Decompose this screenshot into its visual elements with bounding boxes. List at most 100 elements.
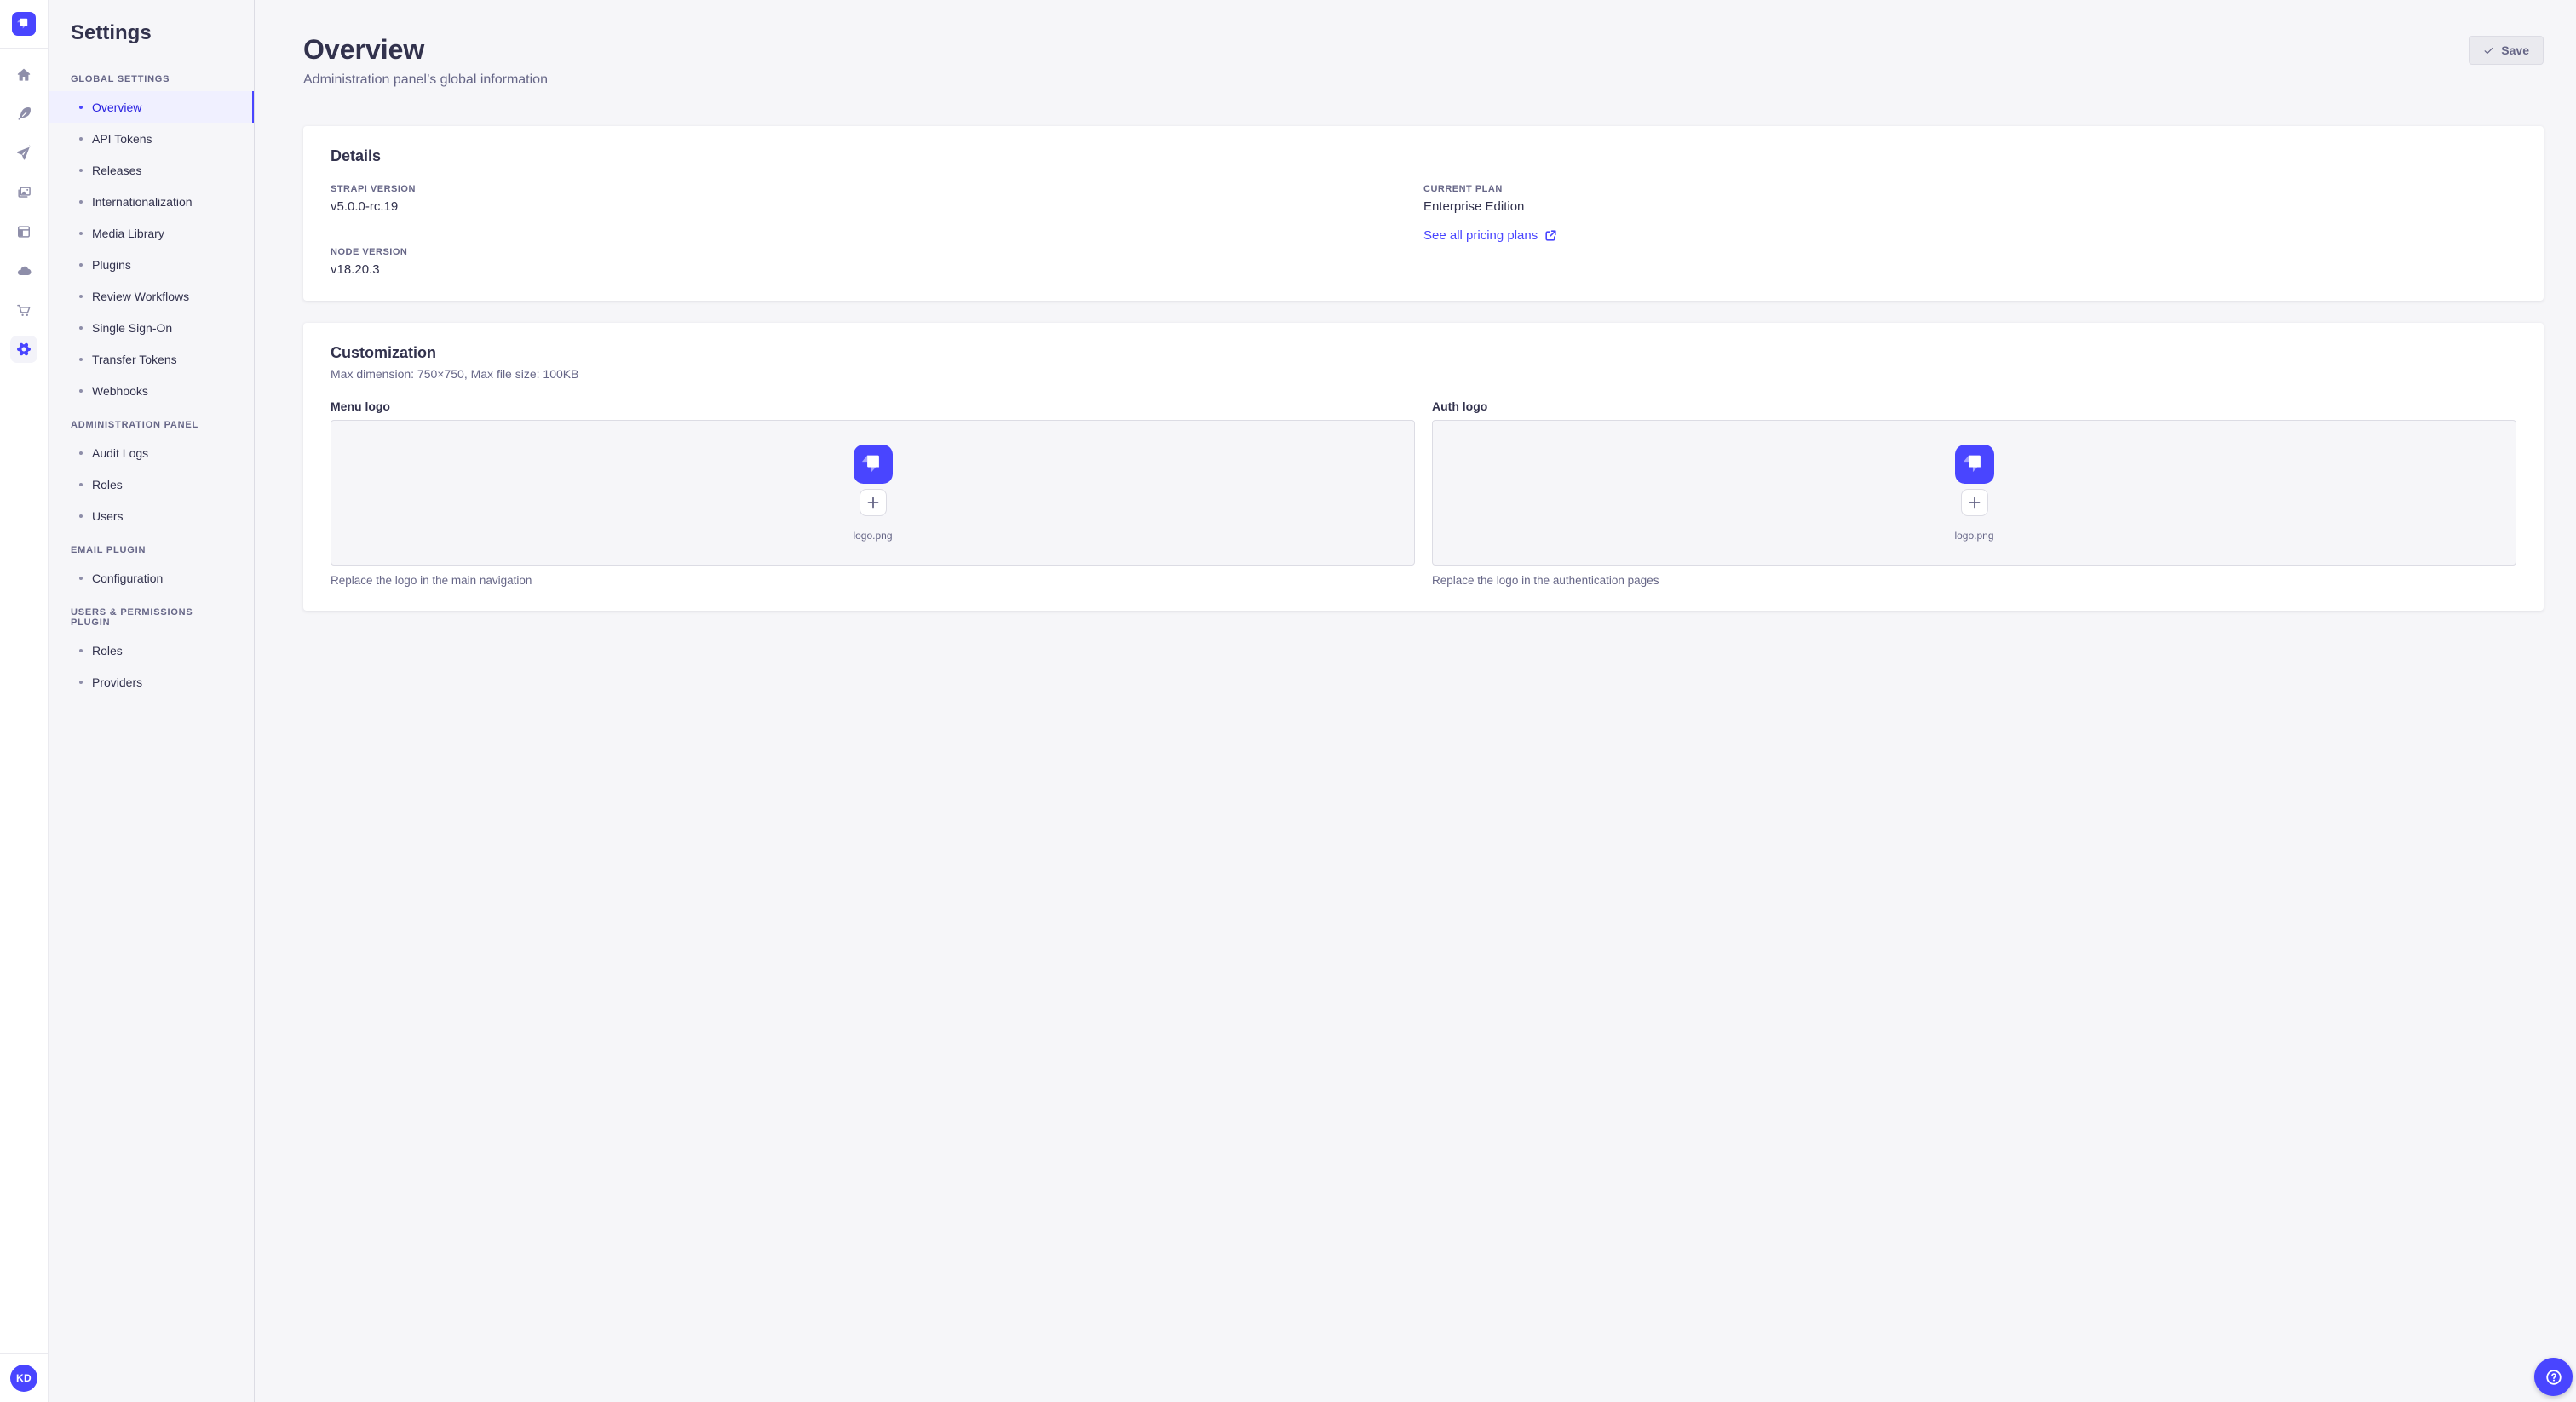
sidebar-item-webhooks[interactable]: Webhooks <box>49 375 254 406</box>
question-mark-icon <box>2545 1369 2562 1385</box>
sidebar-item-internationalization[interactable]: Internationalization <box>49 186 254 217</box>
page-title: Overview <box>303 34 425 65</box>
rail-item-content-type-builder[interactable] <box>10 218 37 245</box>
bullet-icon <box>79 105 83 109</box>
bullet-icon <box>79 231 83 235</box>
bullet-icon <box>79 357 83 361</box>
sidebar-item-email-configuration[interactable]: Configuration <box>49 562 254 594</box>
sidebar-item-review-workflows[interactable]: Review Workflows <box>49 280 254 312</box>
sidebar-item-label: Audit Logs <box>92 445 149 460</box>
sidebar-item-api-tokens[interactable]: API Tokens <box>49 123 254 154</box>
current-plan-value: Enterprise Edition <box>1423 199 1525 214</box>
bullet-icon <box>79 388 83 393</box>
auth-logo-dropzone[interactable]: logo.png <box>1432 420 2516 566</box>
cloud-icon <box>17 266 32 276</box>
avatar[interactable]: KD <box>10 1365 37 1392</box>
layout-icon <box>18 226 30 238</box>
bullet-icon <box>79 294 83 298</box>
rail-item-marketplace[interactable] <box>10 296 37 324</box>
main-content: Overview Administration panel’s global i… <box>255 0 2576 1402</box>
sidebar-item-label: Users <box>92 509 124 523</box>
plus-icon <box>867 497 878 508</box>
rail-nav-items <box>10 61 37 363</box>
sidebar-item-label: Internationalization <box>92 194 193 209</box>
bullet-icon <box>79 262 83 267</box>
sidebar-item-label: Configuration <box>92 571 164 585</box>
rail-item-settings[interactable] <box>10 336 37 363</box>
feather-icon <box>18 107 31 120</box>
menu-logo-label: Menu logo <box>331 399 390 413</box>
bullet-icon <box>79 576 83 580</box>
auth-logo-filename: logo.png <box>1954 529 1994 542</box>
strapi-logo-icon <box>12 12 36 36</box>
sidebar-item-up-providers[interactable]: Providers <box>49 666 254 698</box>
sidebar-item-audit-logs[interactable]: Audit Logs <box>49 437 254 468</box>
menu-logo-dropzone[interactable]: logo.png <box>331 420 1415 566</box>
sidebar-item-transfer-tokens[interactable]: Transfer Tokens <box>49 343 254 375</box>
section-label: EMAIL PLUGIN <box>71 545 147 555</box>
page-header: Overview Administration panel’s global i… <box>303 34 2544 88</box>
sidebar-item-media-library[interactable]: Media Library <box>49 217 254 249</box>
sidebar-title: Settings <box>71 21 152 44</box>
auth-logo-preview <box>1954 444 1994 484</box>
bullet-icon <box>79 325 83 330</box>
menu-logo-preview <box>853 444 893 484</box>
customization-card: Customization Max dimension: 750×750, Ma… <box>303 323 2544 611</box>
rail-item-home[interactable] <box>10 61 37 89</box>
sidebar-item-label: Releases <box>92 163 142 177</box>
sidebar-item-label: Roles <box>92 477 123 491</box>
pricing-plans-link[interactable]: See all pricing plans <box>1423 228 1556 243</box>
sidebar-item-label: Webhooks <box>92 383 148 398</box>
paper-plane-icon <box>16 145 31 160</box>
bullet-icon <box>79 451 83 455</box>
current-plan-label: CURRENT PLAN <box>1423 184 1503 194</box>
bullet-icon <box>79 680 83 684</box>
sidebar-item-label: Transfer Tokens <box>92 352 177 366</box>
help-button[interactable] <box>2534 1358 2573 1396</box>
sidebar-item-label: API Tokens <box>92 131 152 146</box>
sidebar-item-releases[interactable]: Releases <box>49 154 254 186</box>
rail-item-deploy[interactable] <box>10 257 37 284</box>
rail-user-section: KD <box>0 1353 48 1402</box>
node-version-value: v18.20.3 <box>331 262 380 277</box>
workplace-logo-button[interactable] <box>0 0 48 49</box>
menu-logo-section: Menu logo logo.png Replace the logo in t… <box>331 399 1415 587</box>
sidebar-item-overview[interactable]: Overview <box>49 91 254 123</box>
strapi-admin-app: KD Settings GLOBAL SETTINGS Overview API… <box>0 0 2576 1402</box>
cart-icon <box>17 304 31 316</box>
bullet-icon <box>79 136 83 141</box>
page-subtitle: Administration panel’s global informatio… <box>303 72 548 87</box>
customization-card-title: Customization <box>331 344 436 361</box>
section-label: ADMINISTRATION PANEL <box>71 420 199 430</box>
sidebar-item-single-sign-on[interactable]: Single Sign-On <box>49 312 254 343</box>
external-link-icon <box>1545 230 1556 241</box>
rail-item-media-library[interactable] <box>10 179 37 206</box>
sidebar-item-label: Providers <box>92 675 143 689</box>
sidebar-item-plugins[interactable]: Plugins <box>49 249 254 280</box>
save-button[interactable]: Save <box>2469 36 2544 65</box>
sidebar-item-label: Roles <box>92 643 123 658</box>
sidebar-item-admin-users[interactable]: Users <box>49 500 254 531</box>
auth-logo-add-button[interactable] <box>1960 488 1988 516</box>
rail-item-releases[interactable] <box>10 140 37 167</box>
pricing-plans-link-label: See all pricing plans <box>1423 228 1538 243</box>
node-version-field: NODE VERSION v18.20.3 <box>331 247 1423 277</box>
current-plan-field: CURRENT PLAN Enterprise Edition <box>1423 184 2516 214</box>
sidebar-item-label: Single Sign-On <box>92 320 173 335</box>
section-label: GLOBAL SETTINGS <box>71 74 170 84</box>
sidebar-item-up-roles[interactable]: Roles <box>49 635 254 666</box>
strapi-version-label: STRAPI VERSION <box>331 184 416 194</box>
rail-item-content-manager[interactable] <box>10 101 37 128</box>
sidebar-item-admin-roles[interactable]: Roles <box>49 468 254 500</box>
gear-icon <box>17 342 31 356</box>
bullet-icon <box>79 648 83 652</box>
strapi-version-field: STRAPI VERSION v5.0.0-rc.19 <box>331 184 1423 214</box>
sidebar-item-label: Review Workflows <box>92 289 190 303</box>
bullet-icon <box>79 168 83 172</box>
bullet-icon <box>79 199 83 204</box>
plus-icon <box>1969 497 1980 508</box>
menu-logo-description: Replace the logo in the main navigation <box>331 574 532 587</box>
menu-logo-add-button[interactable] <box>859 488 887 516</box>
customization-card-subtitle: Max dimension: 750×750, Max file size: 1… <box>331 367 579 381</box>
sidebar-item-label: Overview <box>92 100 142 114</box>
